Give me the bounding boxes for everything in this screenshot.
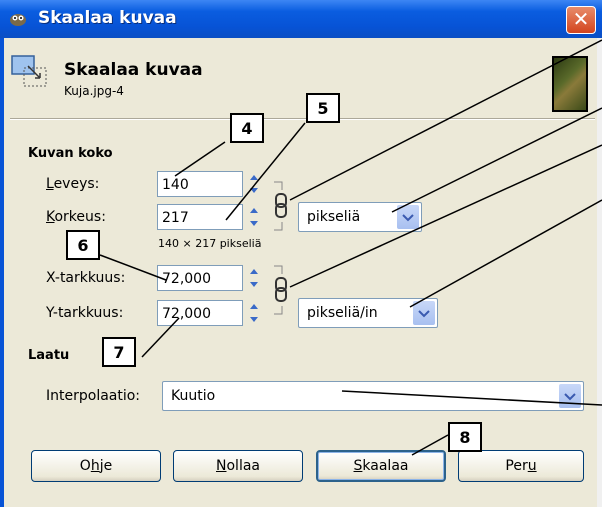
callout-4-pointer bbox=[174, 141, 226, 177]
callout-4: 4 bbox=[230, 113, 264, 143]
right-pointer-5 bbox=[341, 390, 602, 406]
callout-7: 7 bbox=[102, 337, 136, 367]
callout-6: 6 bbox=[66, 230, 100, 260]
callout-8-pointer bbox=[411, 434, 449, 456]
callout-7-pointer bbox=[141, 317, 180, 358]
callout-8: 8 bbox=[448, 422, 482, 452]
callout-5: 5 bbox=[306, 93, 340, 123]
right-pointer-3 bbox=[289, 144, 602, 288]
right-pointer-4 bbox=[409, 199, 602, 308]
callout-6-pointer bbox=[99, 254, 167, 281]
